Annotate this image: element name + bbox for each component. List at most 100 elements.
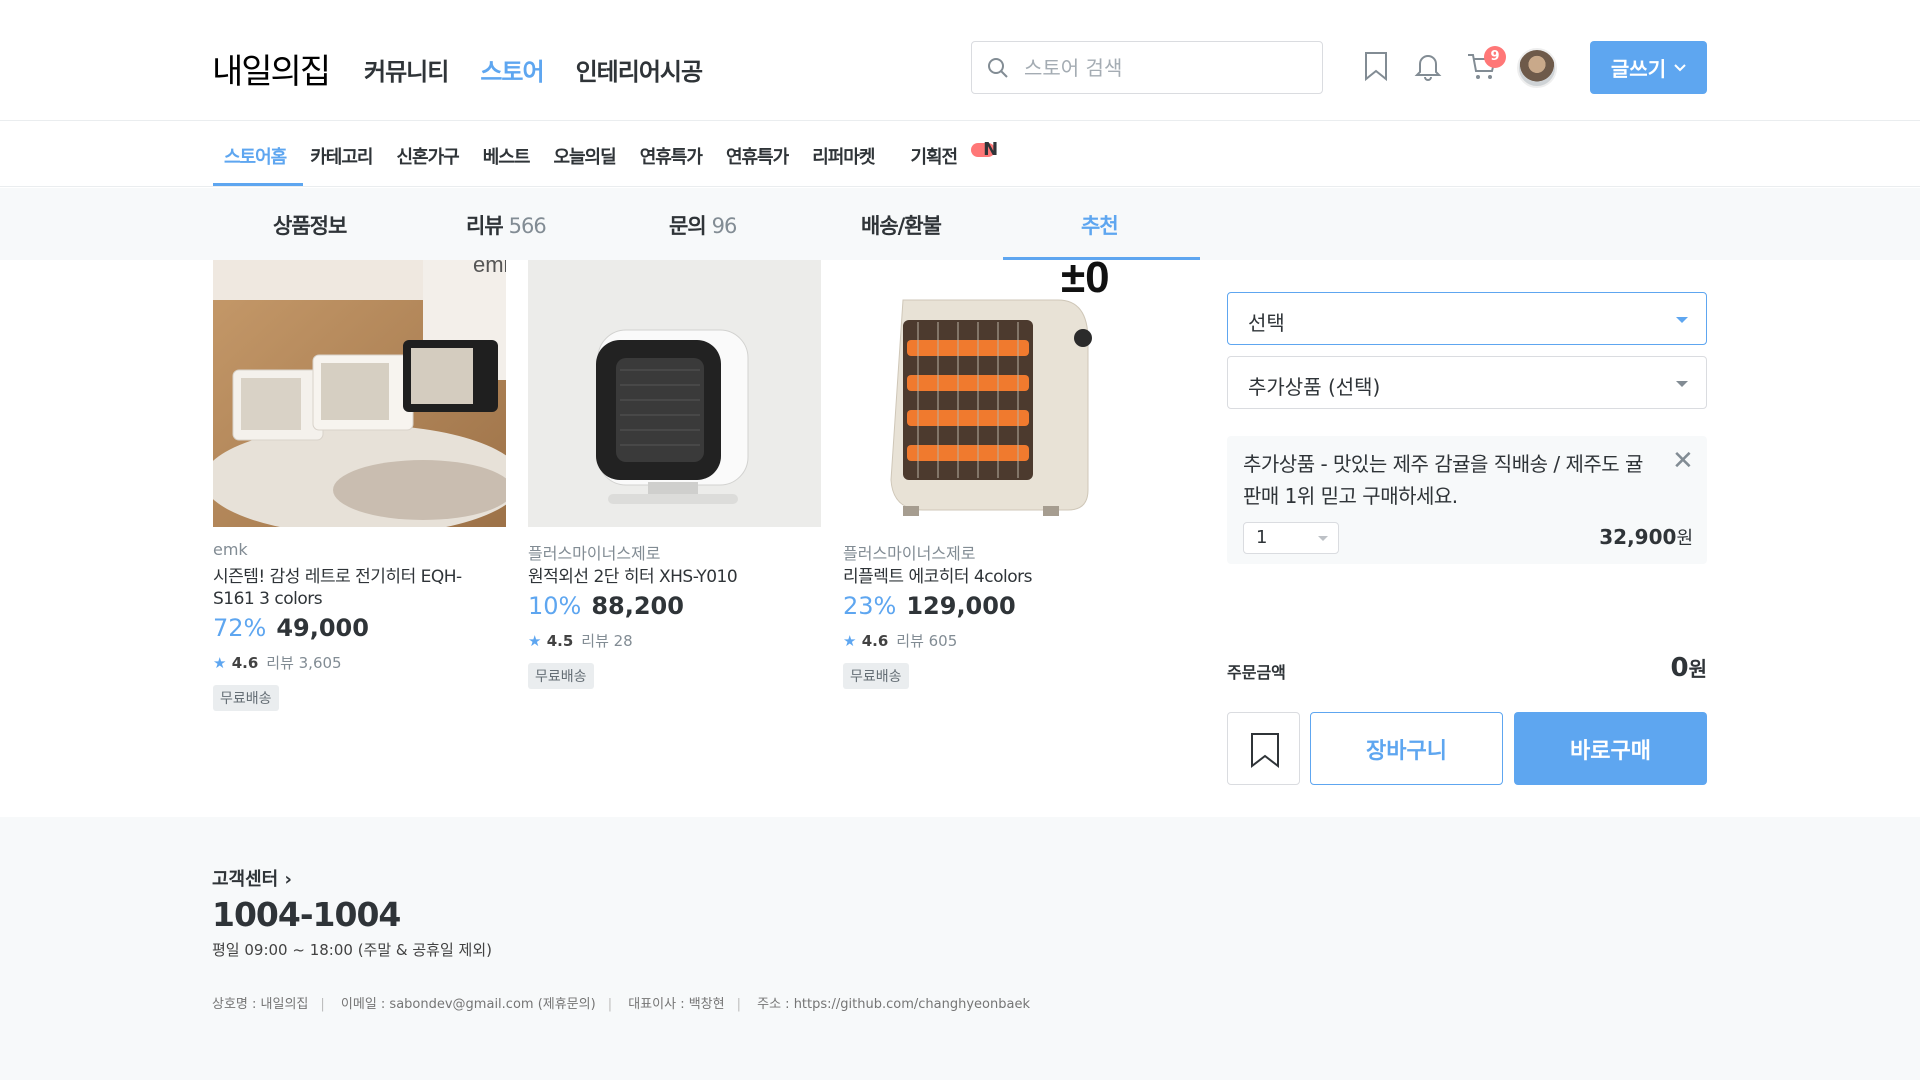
- subnav-holiday-sale-2[interactable]: 연휴특가: [714, 143, 800, 169]
- added-item-box: 추가상품 - 맛있는 제주 감귤을 직배송 / 제주도 귤 판매 1위 믿고 구…: [1227, 436, 1707, 564]
- footer: 고객센터 › 1004-1004 평일 09:00 ~ 18:00 (주말 & …: [0, 817, 1920, 1080]
- subnav-active-indicator: [213, 183, 303, 186]
- new-badge: N: [971, 141, 998, 159]
- order-total-label: 주문금액: [1227, 663, 1286, 682]
- nav-interior[interactable]: 인테리어시공: [576, 52, 703, 87]
- write-button[interactable]: 글쓰기: [1590, 41, 1707, 94]
- tab-reviews[interactable]: 리뷰 566: [466, 210, 547, 240]
- logo[interactable]: 내일의집: [212, 44, 331, 93]
- free-shipping-badge: 무료배송: [213, 685, 279, 711]
- product-card[interactable]: ±0 플러스마이너스제로 리플렉트 에코히터 4colors 23% 129,00…: [843, 260, 1136, 689]
- discount-rate: 10%: [528, 592, 582, 620]
- nav-community[interactable]: 커뮤니티: [364, 52, 449, 87]
- subnav-exhibition[interactable]: 기획전 N: [886, 141, 1007, 169]
- biz-email: 이메일 : sabondev@gmail.com (제휴문의): [340, 997, 596, 1012]
- search-box[interactable]: [971, 41, 1323, 94]
- avatar[interactable]: [1517, 48, 1557, 88]
- product-image[interactable]: ±0: [843, 260, 1136, 527]
- bookmark-button[interactable]: [1227, 712, 1300, 785]
- added-item-price: 32,900원: [1599, 524, 1693, 550]
- nav-store[interactable]: 스토어: [480, 52, 544, 87]
- price-row: 72% 49,000: [213, 614, 369, 642]
- tab-label: 리뷰: [466, 214, 504, 238]
- tab-label: 문의: [669, 214, 707, 238]
- discount-rate: 23%: [843, 592, 897, 620]
- caret-down-icon: [1318, 536, 1328, 541]
- caret-down-icon: [1676, 317, 1688, 323]
- subnav-wedding-furniture[interactable]: 신혼가구: [385, 143, 471, 169]
- subnav-holiday-sale-1[interactable]: 연휴특가: [628, 143, 714, 169]
- currency-unit: 원: [1676, 528, 1693, 549]
- price-row: 23% 129,000: [843, 592, 1016, 620]
- biz-company: 상호명 : 내일의집: [212, 997, 309, 1012]
- order-total-value: 0: [1670, 653, 1689, 683]
- tab-count: 96: [711, 214, 738, 238]
- top-header: 내일의집 커뮤니티 스토어 인테리어시공 9 글쓰기: [0, 0, 1920, 121]
- biz-ceo: 대표이사 : 백창현: [628, 997, 725, 1012]
- divider: |: [736, 997, 741, 1012]
- biz-address: 주소 : https://github.com/changhyeonbaek: [757, 997, 1030, 1012]
- brand-watermark: ±0: [1061, 260, 1110, 302]
- quantity-value: 1: [1256, 527, 1268, 548]
- product-brand: 플러스마이너스제로: [843, 544, 976, 563]
- product-tabbar: 상품정보 리뷰 566 문의 96 배송/환불 추천: [0, 188, 1920, 260]
- star-icon: ★: [213, 654, 227, 672]
- subnav-store-home[interactable]: 스토어홈: [212, 143, 298, 169]
- option-select[interactable]: 선택: [1227, 292, 1707, 345]
- write-label: 글쓰기: [1610, 57, 1667, 81]
- bell-icon[interactable]: [1414, 50, 1442, 82]
- rating-value: 4.5: [546, 632, 574, 650]
- business-info: 상호명 : 내일의집 | 이메일 : sabondev@gmail.com (제휴…: [212, 993, 1030, 1012]
- option-select-value: 선택: [1248, 311, 1285, 335]
- subnav-refurb-market[interactable]: 리퍼마켓: [800, 143, 886, 169]
- buy-now-button[interactable]: 바로구매: [1514, 712, 1707, 785]
- extra-option-select-value: 추가상품 (선택): [1248, 375, 1381, 399]
- product-name[interactable]: 원적외선 2단 히터 XHS-Y010: [528, 566, 818, 588]
- product-name[interactable]: 리플렉트 에코히터 4colors: [843, 566, 1133, 588]
- close-icon[interactable]: ✕: [1672, 446, 1694, 476]
- product-brand: 플러스마이너스제로: [528, 544, 661, 563]
- price: 49,000: [276, 614, 369, 642]
- price: 129,000: [906, 592, 1016, 620]
- discount-rate: 72%: [213, 614, 267, 642]
- review-count: 리뷰 3,605: [266, 654, 342, 672]
- customer-center-hours: 평일 09:00 ~ 18:00 (주말 & 공휴일 제외): [212, 941, 493, 959]
- customer-center-phone: 1004-1004: [212, 895, 401, 934]
- tab-product-info[interactable]: 상품정보: [273, 210, 347, 240]
- rating-value: 4.6: [861, 632, 889, 650]
- subnav-exhibition-label: 기획전: [910, 147, 958, 168]
- product-name[interactable]: 시즌템! 감성 레트로 전기히터 EQH-S161 3 colors: [213, 566, 483, 610]
- rating-value: 4.6: [231, 654, 259, 672]
- star-icon: ★: [843, 632, 857, 650]
- divider: |: [607, 997, 613, 1012]
- subnav-category[interactable]: 카테고리: [298, 143, 384, 169]
- star-icon: ★: [528, 632, 542, 650]
- cart-count-badge: 9: [1484, 46, 1506, 68]
- search-icon: [988, 58, 1008, 78]
- review-count: 리뷰 605: [896, 632, 958, 650]
- rating-row: ★ 4.6 리뷰 605: [843, 630, 957, 651]
- product-image[interactable]: emk: [213, 260, 506, 527]
- subnav-best[interactable]: 베스트: [471, 143, 542, 169]
- subnav-todays-deal[interactable]: 오늘의딜: [541, 143, 627, 169]
- product-brand: emk: [213, 540, 248, 559]
- product-card[interactable]: 플러스마이너스제로 원적외선 2단 히터 XHS-Y010 10% 88,200 …: [528, 260, 821, 689]
- extra-option-select[interactable]: 추가상품 (선택): [1227, 356, 1707, 409]
- added-item-desc: 추가상품 - 맛있는 제주 감귤을 직배송 / 제주도 귤 판매 1위 믿고 구…: [1243, 452, 1643, 508]
- order-total: 0원: [1600, 653, 1708, 683]
- product-card[interactable]: emk emk 시즌템! 감성 레트로 전기히터 EQH-S161 3 colo…: [213, 260, 506, 711]
- free-shipping-badge: 무료배송: [528, 663, 594, 689]
- bookmark-icon: [1251, 733, 1279, 769]
- tab-shipping[interactable]: 배송/환불: [861, 210, 942, 240]
- tab-label: 배송/환불: [861, 214, 942, 238]
- bookmark-icon[interactable]: [1362, 50, 1390, 82]
- customer-center-link[interactable]: 고객센터 ›: [212, 865, 292, 891]
- tab-questions[interactable]: 문의 96: [669, 210, 738, 240]
- tab-recommend[interactable]: 추천: [1081, 210, 1119, 240]
- added-price-value: 32,900: [1599, 525, 1677, 549]
- quantity-select[interactable]: 1: [1243, 522, 1339, 554]
- search-input[interactable]: [1024, 52, 1304, 84]
- review-count: 리뷰 28: [581, 632, 633, 650]
- product-image[interactable]: [528, 260, 821, 527]
- add-to-cart-button[interactable]: 장바구니: [1310, 712, 1503, 785]
